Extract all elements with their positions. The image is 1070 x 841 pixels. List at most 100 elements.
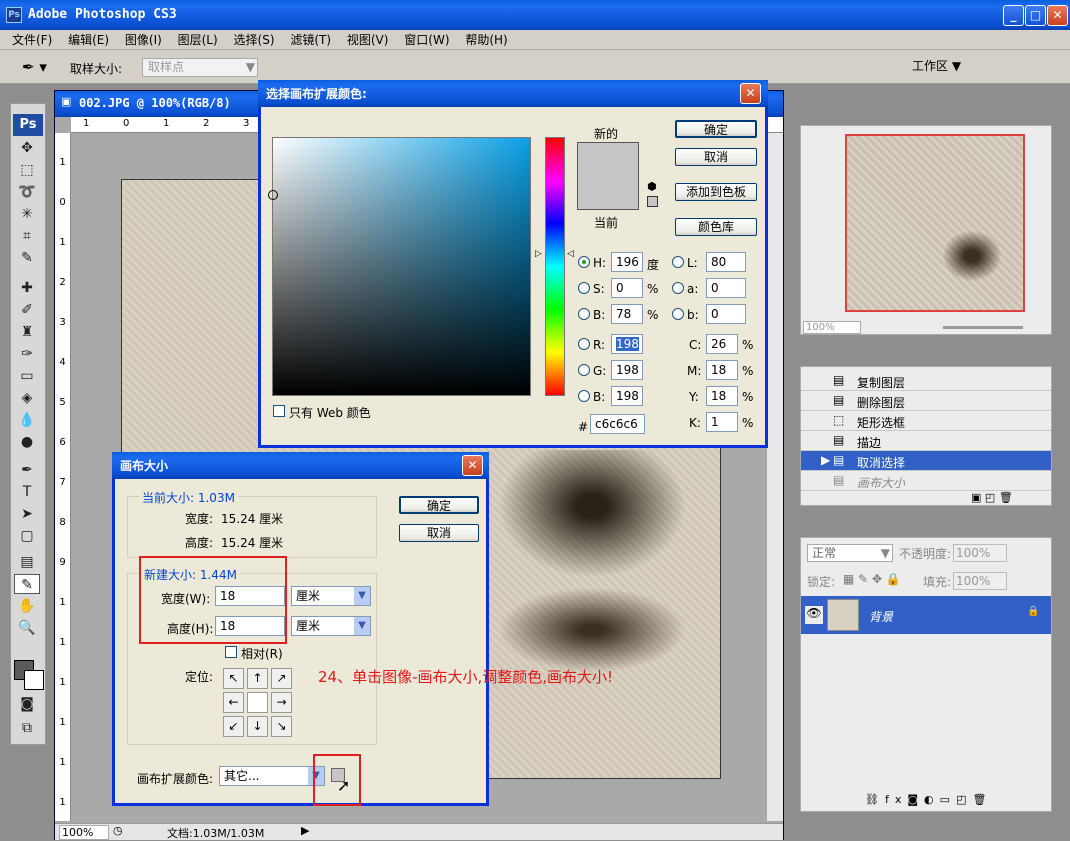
path-select-icon[interactable]: ➤ xyxy=(14,504,40,524)
minimize-button[interactable]: _ xyxy=(1003,5,1024,26)
hue-slider-right-arrow-icon[interactable]: ◁ xyxy=(567,249,574,259)
new-layer-icon[interactable]: ◰ xyxy=(956,793,972,806)
healing-tool-icon[interactable]: ✚ xyxy=(14,278,40,298)
eraser-tool-icon[interactable]: ▭ xyxy=(14,366,40,386)
height-unit-select[interactable]: 厘米 ▼ xyxy=(291,616,371,636)
blue-field[interactable]: 198 xyxy=(611,386,643,406)
current-color-swatch[interactable] xyxy=(577,180,639,210)
zoom-tool-icon[interactable]: 🔍 xyxy=(14,618,40,638)
hue-slider-left-arrow-icon[interactable]: ▷ xyxy=(535,249,542,259)
history-item-selected[interactable]: ▶ ▤ 取消选择 xyxy=(801,451,1051,471)
canvas-cancel-button[interactable]: 取消 xyxy=(399,524,479,542)
c-field[interactable]: 26 xyxy=(706,334,738,354)
history-brush-icon[interactable]: ✑ xyxy=(14,344,40,364)
y-field[interactable]: 18 xyxy=(706,386,738,406)
history-item[interactable]: ▤ 删除图层 xyxy=(801,391,1051,411)
relative-checkbox[interactable] xyxy=(225,646,237,658)
navigator-thumbnail[interactable] xyxy=(845,134,1025,312)
l-field[interactable]: 80 xyxy=(706,252,746,272)
history-item[interactable]: ⬚ 矩形选框 xyxy=(801,411,1051,431)
type-tool-icon[interactable]: T xyxy=(14,482,40,502)
hex-field[interactable]: c6c6c6 xyxy=(590,414,645,434)
vertical-scrollbar[interactable] xyxy=(767,133,783,821)
a-radio[interactable] xyxy=(672,282,684,294)
anchor-bottom-left[interactable]: ↙ xyxy=(223,716,244,737)
navigator-zoom[interactable]: 100% xyxy=(803,321,861,334)
eyedropper-tool-icon[interactable]: ✎ xyxy=(14,574,40,594)
anchor-right[interactable]: → xyxy=(271,692,292,713)
marquee-tool-icon[interactable]: ⬚ xyxy=(14,160,40,180)
b-radio[interactable] xyxy=(578,308,590,320)
anchor-bottom-right[interactable]: ↘ xyxy=(271,716,292,737)
r-radio[interactable] xyxy=(578,338,590,350)
add-to-swatches-button[interactable]: 添加到色板 xyxy=(675,183,757,201)
width-unit-select[interactable]: 厘米 ▼ xyxy=(291,586,371,606)
move-tool-icon[interactable]: ✥ xyxy=(14,138,40,158)
shape-tool-icon[interactable]: ▢ xyxy=(14,526,40,546)
h-radio[interactable] xyxy=(578,256,590,268)
color-libraries-button[interactable]: 颜色库 xyxy=(675,218,757,236)
canvas-ok-button[interactable]: 确定 xyxy=(399,496,479,514)
screen-mode-icon[interactable]: ⧉ xyxy=(14,718,40,738)
stamp-tool-icon[interactable]: ♜ xyxy=(14,322,40,342)
menu-edit[interactable]: 编辑(E) xyxy=(68,33,109,47)
anchor-bottom[interactable]: ↓ xyxy=(247,716,268,737)
eyedropper-icon[interactable]: ✒ ▾ xyxy=(22,58,47,76)
hue-slider[interactable] xyxy=(545,137,565,396)
ok-button[interactable]: 确定 xyxy=(675,120,757,138)
cancel-button[interactable]: 取消 xyxy=(675,148,757,166)
crop-tool-icon[interactable]: ⌗ xyxy=(14,226,40,246)
saturation-brightness-field[interactable] xyxy=(268,137,531,396)
close-button[interactable]: ✕ xyxy=(1047,5,1068,26)
history-item[interactable]: ▤ 画布大小 xyxy=(801,471,1051,491)
slice-tool-icon[interactable]: ✎ xyxy=(14,248,40,268)
anchor-center[interactable] xyxy=(247,692,268,713)
snapshot-icon[interactable]: ▣ xyxy=(971,491,981,504)
menu-window[interactable]: 窗口(W) xyxy=(404,33,449,47)
blend-mode-select[interactable]: 正常 ▼ xyxy=(807,544,893,562)
history-item[interactable]: ▤ 描边 xyxy=(801,431,1051,451)
fill-field[interactable]: 100% xyxy=(953,572,1007,590)
g-field[interactable]: 198 xyxy=(611,360,643,380)
r-field[interactable]: 198 xyxy=(611,334,643,354)
b-field[interactable]: 78 xyxy=(611,304,643,324)
lasso-tool-icon[interactable]: ➰ xyxy=(14,182,40,202)
adjustment-icon[interactable]: ◐ xyxy=(924,793,940,806)
new-doc-icon[interactable]: ◰ xyxy=(985,491,995,504)
workspace-button[interactable]: 工作区 ▼ xyxy=(912,57,961,74)
eye-icon[interactable]: 👁 xyxy=(805,606,823,624)
folder-icon[interactable]: ▭ xyxy=(940,793,956,806)
fx-icon[interactable]: fx xyxy=(885,793,907,806)
maximize-button[interactable]: □ xyxy=(1025,5,1046,26)
magic-wand-icon[interactable]: ✳ xyxy=(14,204,40,224)
layer-row-background[interactable]: 👁 背景 🔒 xyxy=(801,596,1051,634)
h-field[interactable]: 196 xyxy=(611,252,643,272)
web-only-checkbox[interactable] xyxy=(273,405,285,417)
sample-size-select[interactable]: 取样点 ▼ xyxy=(142,58,258,77)
history-item[interactable]: ▤ 复制图层 xyxy=(801,371,1051,391)
menu-layer[interactable]: 图层(L) xyxy=(178,33,218,47)
menu-view[interactable]: 视图(V) xyxy=(347,33,389,47)
anchor-top-left[interactable]: ↖ xyxy=(223,668,244,689)
notes-tool-icon[interactable]: ▤ xyxy=(14,552,40,572)
anchor-left[interactable]: ← xyxy=(223,692,244,713)
web-safe-square-icon[interactable] xyxy=(647,196,658,207)
trash-icon[interactable]: 🗑 xyxy=(972,793,992,806)
color-picker-close-button[interactable]: ✕ xyxy=(740,83,761,104)
s-field[interactable]: 0 xyxy=(611,278,643,298)
s-radio[interactable] xyxy=(578,282,590,294)
k-field[interactable]: 1 xyxy=(706,412,738,432)
g-radio[interactable] xyxy=(578,364,590,376)
brush-tool-icon[interactable]: ✐ xyxy=(14,300,40,320)
lab-b-field[interactable]: 0 xyxy=(706,304,746,324)
status-menu-icon[interactable]: ◷ xyxy=(113,824,123,837)
extension-color-select[interactable]: 其它... ▼ xyxy=(219,766,325,786)
gamut-cube-icon[interactable]: ⬢ xyxy=(647,180,657,193)
quick-mask-icon[interactable]: ◙ xyxy=(14,694,40,714)
menu-file[interactable]: 文件(F) xyxy=(12,33,52,47)
color-field-cursor[interactable] xyxy=(268,190,278,200)
canvas-size-close-button[interactable]: ✕ xyxy=(462,455,483,476)
trash-icon[interactable]: 🗑 xyxy=(999,491,1013,504)
a-field[interactable]: 0 xyxy=(706,278,746,298)
anchor-top-right[interactable]: ↗ xyxy=(271,668,292,689)
